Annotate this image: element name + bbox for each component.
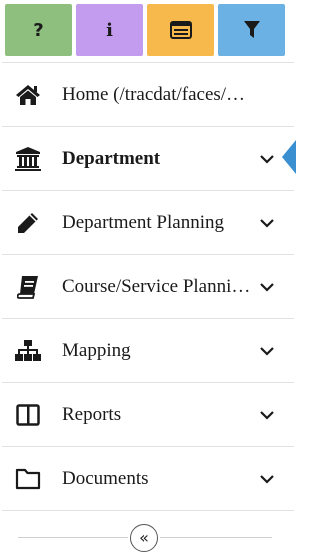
collapse-row: « (0, 512, 296, 557)
sidebar-item-mapping[interactable]: Mapping (0, 319, 296, 383)
divider (160, 537, 272, 538)
help-button[interactable]: ? (5, 4, 72, 56)
chevron-down-icon[interactable] (258, 150, 276, 168)
active-item-indicator (282, 140, 296, 174)
sidebar-item-home[interactable]: Home (/tracdat/faces/… (0, 63, 296, 127)
sidebar-item-label: Home (/tracdat/faces/… (62, 84, 246, 105)
sidebar-item-department[interactable]: Department (0, 127, 296, 191)
chevron-down-icon[interactable] (258, 278, 276, 296)
book-icon (15, 274, 41, 300)
sidebar-item-reports[interactable]: Reports (0, 383, 296, 447)
double-chevron-left-icon: « (139, 528, 149, 547)
sidebar-item-label: Reports (62, 404, 122, 425)
sidebar-item-label: Mapping (62, 340, 131, 361)
divider (18, 537, 128, 538)
chevron-down-icon[interactable] (258, 214, 276, 232)
sitemap-icon (15, 338, 41, 364)
list-window-icon (169, 21, 192, 39)
chevron-down-icon[interactable] (258, 406, 276, 424)
filter-button[interactable] (218, 4, 285, 56)
columns-icon (15, 402, 41, 428)
filter-icon (243, 21, 260, 38)
pencil-icon (15, 210, 41, 236)
chevron-down-icon[interactable] (258, 342, 276, 360)
sidebar-item-label: Course/Service Planni… (62, 276, 251, 297)
sidebar-item-label: Department Planning (62, 212, 224, 233)
folder-icon (15, 466, 41, 492)
sidebar-item-course-service-planning[interactable]: Course/Service Planni… (0, 255, 296, 319)
question-icon: ? (33, 19, 44, 41)
list-view-button[interactable] (147, 4, 214, 56)
institution-icon (15, 146, 41, 172)
chevron-down-icon[interactable] (258, 470, 276, 488)
collapse-sidebar-button[interactable]: « (130, 524, 158, 552)
info-button[interactable]: i (76, 4, 143, 56)
home-icon (15, 82, 41, 108)
sidebar-item-label: Department (62, 148, 161, 169)
toolbar: ? i (5, 4, 287, 56)
sidebar-item-documents[interactable]: Documents (0, 447, 296, 511)
info-icon: i (106, 19, 113, 41)
sidebar-item-department-planning[interactable]: Department Planning (0, 191, 296, 255)
separator (2, 510, 294, 511)
sidebar-item-label: Documents (62, 468, 149, 489)
